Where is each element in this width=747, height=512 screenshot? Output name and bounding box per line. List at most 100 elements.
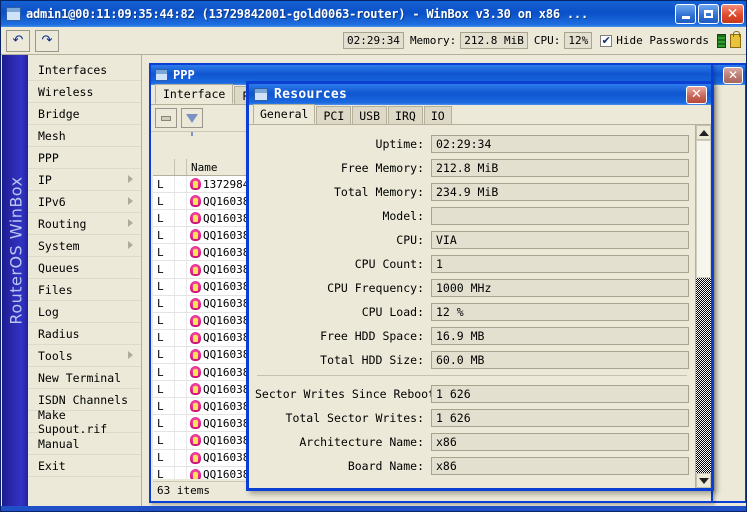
sidebar-item-label: Wireless [38, 84, 94, 99]
ppp-interface-icon [190, 246, 201, 259]
scroll-track[interactable] [696, 140, 711, 473]
sidebar-item-routing[interactable]: Routing [28, 213, 141, 235]
sidebar-item-log[interactable]: Log [28, 301, 141, 323]
resources-close-button[interactable]: ✕ [686, 85, 707, 104]
sidebar-item-ipv6[interactable]: IPv6 [28, 191, 141, 213]
field-label: CPU Load: [361, 305, 424, 319]
form-row: CPU: VIA [255, 228, 689, 252]
row-selector[interactable] [175, 176, 187, 193]
form-row: Total HDD Size: 60.0 MB [255, 348, 689, 372]
sidebar-item-bridge[interactable]: Bridge [28, 103, 141, 125]
column-header-flag[interactable] [153, 159, 175, 175]
row-selector[interactable] [175, 278, 187, 295]
ppp-interface-icon [190, 212, 201, 225]
ppp-interface-icon [190, 178, 201, 191]
item-count-label: 63 items [157, 484, 210, 497]
sidebar-item-ppp[interactable]: PPP [28, 147, 141, 169]
ppp-remove-button[interactable] [155, 108, 177, 128]
sidebar-item-label: Log [38, 304, 59, 319]
ppp-filter-button[interactable] [181, 108, 203, 136]
ppp-interface-icon [190, 297, 201, 310]
row-flag: L [153, 466, 175, 479]
row-selector[interactable] [175, 193, 187, 210]
row-selector[interactable] [175, 466, 187, 479]
minimize-button[interactable] [675, 4, 696, 24]
row-selector[interactable] [175, 415, 187, 432]
sidebar-item-ip[interactable]: IP [28, 169, 141, 191]
undo-icon: ↶ [12, 33, 24, 48]
background-window-close-button[interactable]: ✕ [723, 66, 743, 84]
tab-pci[interactable]: PCI [316, 106, 352, 124]
sidebar-item-queues[interactable]: Queues [28, 257, 141, 279]
window-icon [6, 7, 21, 21]
scroll-up-button[interactable] [696, 125, 711, 140]
field-label: Uptime: [375, 137, 424, 151]
sidebar-item-make-supout-rif[interactable]: Make Supout.rif [28, 408, 141, 436]
undo-button[interactable]: ↶ [6, 29, 30, 52]
tab-io[interactable]: IO [423, 106, 452, 124]
ppp-interface-icon [190, 417, 201, 430]
row-selector[interactable] [175, 244, 187, 261]
row-selector[interactable] [175, 329, 187, 346]
field-value: 234.9 MiB [431, 183, 689, 201]
window-controls: ✕ [675, 4, 744, 24]
redo-button[interactable]: ↷ [35, 29, 59, 52]
field-label: Free Memory: [340, 161, 424, 175]
redo-icon: ↷ [41, 33, 53, 48]
row-selector[interactable] [175, 346, 187, 364]
close-button[interactable]: ✕ [721, 4, 744, 24]
tab-interface[interactable]: Interface [155, 84, 234, 104]
sidebar-item-mesh[interactable]: Mesh [28, 125, 141, 147]
row-selector[interactable] [175, 381, 187, 398]
row-selector[interactable] [175, 227, 187, 244]
field-value: VIA [431, 231, 689, 249]
chevron-right-icon [128, 219, 133, 227]
sidebar-item-system[interactable]: System [28, 235, 141, 257]
field-value: 1000 MHz [431, 279, 689, 297]
row-selector[interactable] [175, 261, 187, 278]
field-value: x86 [431, 433, 689, 451]
row-selector[interactable] [175, 210, 187, 227]
sidebar-item-wireless[interactable]: Wireless [28, 81, 141, 103]
tab-usb[interactable]: USB [352, 106, 388, 124]
field-value: x86 [431, 457, 689, 475]
sidebar-item-radius[interactable]: Radius [28, 323, 141, 345]
sidebar-item-new-terminal[interactable]: New Terminal [28, 367, 141, 389]
scroll-thumb[interactable] [696, 140, 711, 278]
sidebar-item-label: Radius [38, 326, 80, 341]
row-selector[interactable] [175, 432, 187, 449]
chevron-up-icon [698, 129, 709, 136]
field-label: Model: [382, 209, 424, 223]
resources-window: Resources ✕ General PCI USB IRQ IO Uptime: 02… [246, 81, 714, 491]
sidebar-item-files[interactable]: Files [28, 279, 141, 301]
field-value: 16.9 MB [431, 327, 689, 345]
sidebar-item-manual[interactable]: Manual [28, 433, 141, 455]
column-header-select[interactable] [175, 159, 187, 175]
tab-irq[interactable]: IRQ [388, 106, 423, 124]
row-selector[interactable] [175, 312, 187, 329]
sidebar-item-label: IPv6 [38, 194, 66, 209]
toolbar-status-group: 02:29:34 Memory: 212.8 MiB CPU: 12% ✔ Hi… [341, 30, 744, 49]
scroll-track-pattern [696, 278, 711, 473]
resources-titlebar[interactable]: Resources ✕ [249, 84, 711, 105]
field-label: Total Sector Writes: [285, 411, 424, 425]
scroll-down-button[interactable] [696, 473, 711, 488]
field-label: CPU Count: [354, 257, 424, 271]
close-icon: ✕ [727, 68, 739, 82]
field-label: CPU Frequency: [327, 281, 424, 295]
hide-passwords-checkbox[interactable]: ✔ [600, 34, 613, 47]
row-selector[interactable] [175, 295, 187, 312]
row-selector[interactable] [175, 398, 187, 415]
sidebar-item-exit[interactable]: Exit [28, 455, 141, 477]
row-selector[interactable] [175, 364, 187, 381]
winbox-application: admin1@00:11:09:35:44:82 (13729842001-go… [0, 0, 747, 512]
resources-vertical-scrollbar[interactable] [695, 125, 711, 488]
row-flag: L [153, 364, 175, 381]
tab-general[interactable]: General [253, 104, 316, 124]
sidebar-item-interfaces[interactable]: Interfaces [28, 59, 141, 81]
sidebar-item-tools[interactable]: Tools [28, 345, 141, 367]
field-label: Total HDD Size: [320, 353, 424, 367]
row-flag: L [153, 261, 175, 278]
row-selector[interactable] [175, 449, 187, 466]
maximize-button[interactable] [698, 4, 719, 24]
